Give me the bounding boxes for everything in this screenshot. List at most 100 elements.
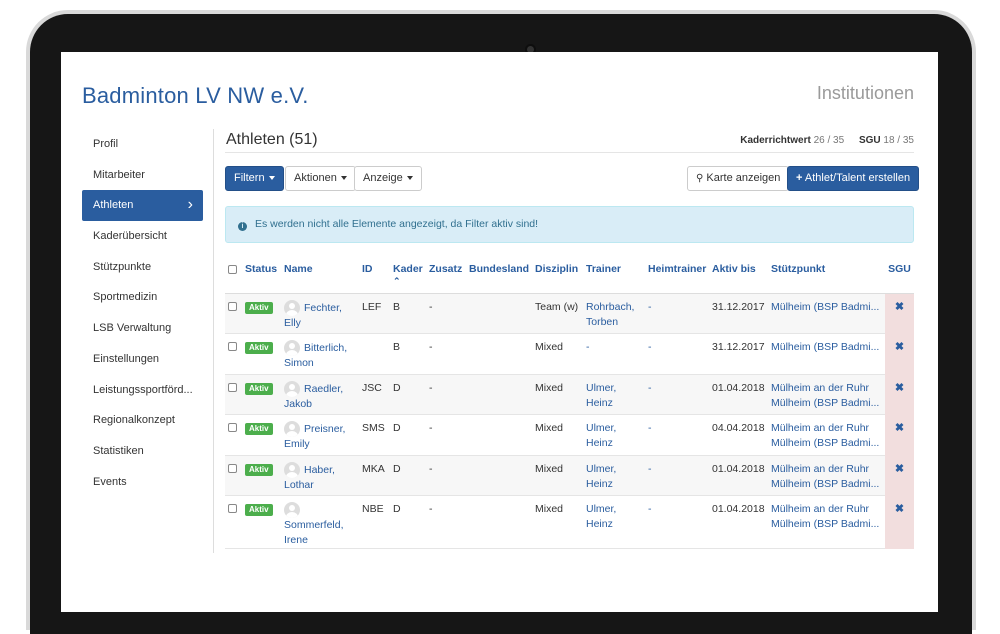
sidebar-item-4[interactable]: Stützpunkte: [82, 252, 203, 283]
table-row[interactable]: Aktiv Bitterlich, Simon B - Mixed - -31.12.2017…: [225, 333, 914, 375]
header-stuetzpunkt[interactable]: Stützpunkt: [771, 257, 885, 294]
status-badge: Aktiv: [245, 382, 273, 395]
sidebar-item-8[interactable]: Leistungssportförd...: [82, 375, 203, 406]
stuetzpunkt-link[interactable]: Mülheim (BSP Badmi...: [771, 396, 885, 411]
heimtrainer-cell: -: [648, 495, 712, 549]
sgu-remove-icon[interactable]: ✖: [895, 503, 904, 515]
app-screen: Badminton LV NW e.V. Institutionen Profi…: [61, 52, 938, 612]
trainer-link[interactable]: Ulmer, Heinz: [586, 422, 616, 449]
row-checkbox[interactable]: [228, 301, 237, 311]
avatar: [284, 421, 300, 437]
aktiv-bis-cell: 04.04.2018: [712, 414, 771, 456]
zusatz-cell: -: [429, 414, 469, 456]
stuetzpunkt-cell: Mülheim an der Ruhr Mülheim (BSP Badmi...: [771, 495, 885, 549]
status-cell: Aktiv: [245, 495, 284, 549]
row-checkbox[interactable]: [228, 463, 237, 473]
athlete-last-name: Preisner,: [304, 422, 346, 435]
sidebar-item-label: Regionalkonzept: [93, 414, 175, 427]
header-kader[interactable]: Kader ⌃: [393, 257, 429, 294]
section-title[interactable]: Institutionen: [817, 83, 914, 104]
row-checkbox[interactable]: [228, 382, 237, 392]
table-row[interactable]: Aktiv Raedler, Jakob JSC D - Mixed Ulmer, Heinz -…: [225, 374, 914, 415]
aktiv-bis-cell: 01.04.2018: [712, 495, 771, 549]
brand-title[interactable]: Badminton LV NW e.V.: [82, 83, 309, 109]
stuetzpunkt-link[interactable]: Mülheim an der Ruhr: [771, 502, 885, 517]
select-all-checkbox[interactable]: [228, 265, 237, 274]
header-name[interactable]: Name: [284, 257, 362, 294]
sgu-remove-icon[interactable]: ✖: [895, 422, 904, 434]
trainer-last-name: -: [586, 341, 590, 353]
stuetzpunkt-link[interactable]: Mülheim an der Ruhr: [771, 462, 885, 477]
row-select-cell: [225, 495, 245, 549]
sgu-value: 18 / 35: [883, 135, 914, 146]
trainer-link[interactable]: Rohrbach, Torben: [586, 301, 634, 328]
table-row[interactable]: Aktiv Haber, Lothar MKA D - Mixed Ulmer, Heinz -0…: [225, 455, 914, 496]
avatar: [284, 340, 300, 356]
trainer-link[interactable]: Ulmer, Heinz: [586, 503, 616, 530]
sidebar-item-2[interactable]: Athleten ›: [82, 190, 203, 222]
filter-alert: i Es werden nicht alle Elemente angezeigt…: [225, 206, 914, 243]
sgu-remove-icon[interactable]: ✖: [895, 382, 904, 394]
header-trainer[interactable]: Trainer: [586, 257, 648, 294]
header-heimtrainer[interactable]: Heimtrainer: [648, 257, 712, 294]
actions-button[interactable]: Aktionen: [285, 166, 356, 191]
zusatz-cell: -: [429, 495, 469, 549]
actions-button-label: Aktionen: [294, 172, 337, 184]
row-select-cell: [225, 374, 245, 415]
avatar: [284, 502, 300, 518]
toolbar: Filtern Aktionen Anzeige ⚲ Karte anzeige…: [225, 166, 920, 192]
bundesland-cell: [469, 455, 535, 496]
sidebar-item-5[interactable]: Sportmedizin: [82, 282, 203, 313]
table-row[interactable]: Aktiv Sommerfeld, Irene NBE D - Mixed Ulmer, Hei…: [225, 495, 914, 549]
table-row[interactable]: Aktiv Preisner, Emily SMS D - Mixed Ulmer, Heinz…: [225, 414, 914, 456]
row-checkbox[interactable]: [228, 342, 237, 351]
trainer-last-name: Ulmer,: [586, 422, 617, 434]
row-checkbox[interactable]: [228, 504, 237, 513]
sidebar-item-7[interactable]: Einstellungen: [82, 344, 203, 375]
sidebar-item-6[interactable]: LSB Verwaltung: [82, 313, 203, 344]
header-zusatz[interactable]: Zusatz: [429, 257, 469, 294]
stuetzpunkt-link[interactable]: Mülheim (BSP Badmi...: [771, 300, 885, 315]
sgu-remove-icon[interactable]: ✖: [895, 301, 904, 313]
table-row[interactable]: Aktiv Fechter, Elly LEF B - Team (w) Rohrbach, T…: [225, 293, 914, 334]
sgu-remove-icon[interactable]: ✖: [895, 463, 904, 475]
create-athlete-button[interactable]: + Athlet/Talent erstellen: [787, 166, 920, 191]
athlete-first-name: Emily: [284, 438, 310, 450]
stuetzpunkt-link[interactable]: Mülheim (BSP Badmi...: [771, 436, 885, 451]
name-cell: Sommerfeld, Irene: [284, 495, 362, 549]
sidebar-item-3[interactable]: Kaderübersicht: [82, 221, 203, 252]
stuetzpunkt-link[interactable]: Mülheim an der Ruhr: [771, 381, 885, 396]
stuetzpunkt-link[interactable]: Mülheim (BSP Badmi...: [771, 517, 885, 532]
bundesland-cell: [469, 293, 535, 334]
header-bundesland[interactable]: Bundesland: [469, 257, 535, 294]
sgu-remove-icon[interactable]: ✖: [895, 341, 904, 353]
row-checkbox[interactable]: [228, 423, 237, 432]
stuetzpunkt-link[interactable]: Mülheim (BSP Badmi...: [771, 477, 885, 492]
stuetzpunkt-link[interactable]: Mülheim (BSP Badmi...: [771, 340, 885, 355]
trainer-link[interactable]: -: [586, 341, 590, 353]
status-cell: Aktiv: [245, 455, 284, 496]
heimtrainer-cell: -: [648, 374, 712, 415]
row-select-cell: [225, 455, 245, 496]
show-map-button[interactable]: ⚲ Karte anzeigen: [687, 166, 790, 191]
trainer-link[interactable]: Ulmer, Heinz: [586, 382, 616, 409]
trainer-last-name: Ulmer,: [586, 462, 617, 475]
table-body: Aktiv Fechter, Elly LEF B - Team (w) Rohrbach, T…: [225, 293, 914, 549]
view-button[interactable]: Anzeige: [354, 166, 422, 191]
athlete-last-name: Fechter,: [304, 301, 342, 314]
sidebar-item-0[interactable]: Profil: [82, 129, 203, 160]
trainer-link[interactable]: Ulmer, Heinz: [586, 463, 616, 490]
sidebar-item-11[interactable]: Events: [82, 467, 203, 498]
sidebar-item-9[interactable]: Regionalkonzept: [82, 405, 203, 436]
stuetzpunkt-link[interactable]: Mülheim an der Ruhr: [771, 421, 885, 436]
sidebar-item-10[interactable]: Statistiken: [82, 436, 203, 467]
header-id[interactable]: ID: [362, 257, 393, 294]
athlete-name-link[interactable]: Sommerfeld, Irene: [284, 519, 344, 546]
filter-button[interactable]: Filtern: [225, 166, 284, 191]
header-status[interactable]: Status: [245, 257, 284, 294]
header-sgu[interactable]: SGU: [885, 257, 914, 294]
sidebar-item-1[interactable]: Mitarbeiter: [82, 160, 203, 191]
sgu-cell: ✖: [885, 495, 914, 549]
header-disziplin[interactable]: Disziplin: [535, 257, 586, 294]
header-aktiv-bis[interactable]: Aktiv bis: [712, 257, 771, 294]
